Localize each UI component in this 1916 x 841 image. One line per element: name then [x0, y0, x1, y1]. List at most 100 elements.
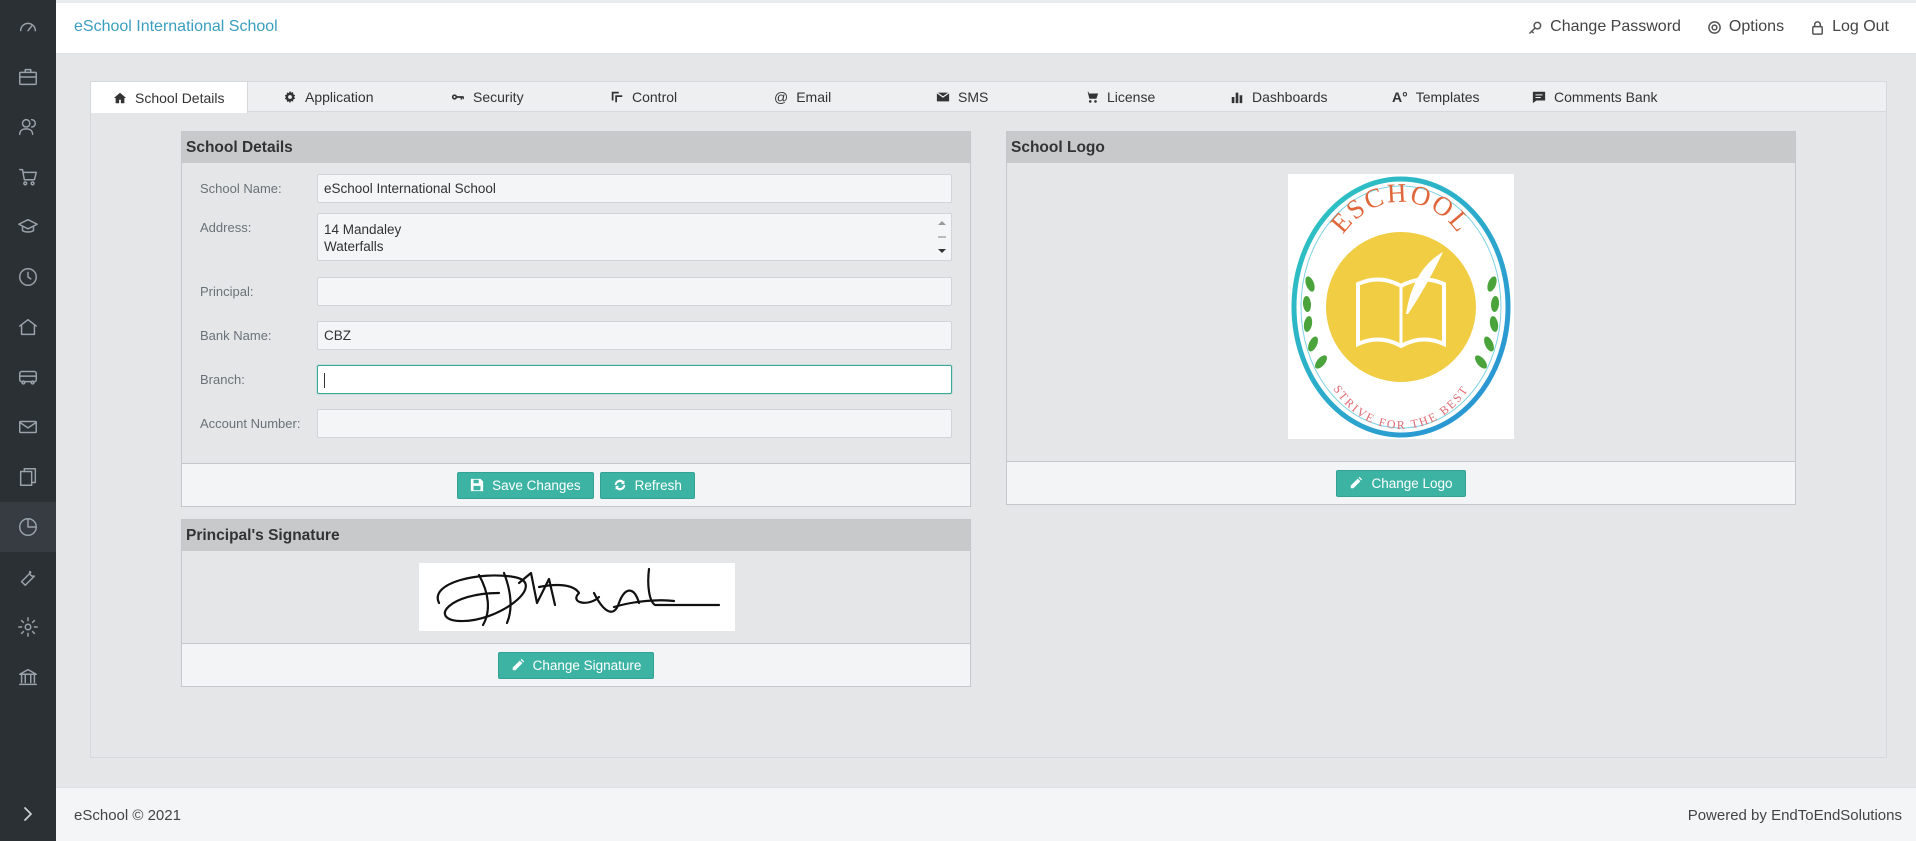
signature-footer: Change Signature: [182, 643, 970, 686]
tab-label: Comments Bank: [1554, 89, 1658, 105]
tab-label: Security: [473, 89, 524, 105]
users-icon: [19, 118, 37, 136]
tab-label: Application: [305, 89, 374, 105]
bank-name-label: Bank Name:: [200, 328, 272, 343]
clock-icon: [19, 268, 37, 286]
tab-label: License: [1107, 89, 1156, 105]
account-number-input[interactable]: [317, 409, 952, 438]
refresh-button[interactable]: Refresh: [599, 471, 695, 499]
change-signature-label: Change Signature: [532, 657, 642, 673]
font-icon: A°: [1392, 89, 1408, 105]
tab-label: School Details: [135, 89, 225, 106]
sidebar-item-users[interactable]: [0, 102, 56, 152]
refresh-label: Refresh: [634, 477, 682, 493]
key-icon: [451, 94, 464, 100]
tab-comments-bank[interactable]: Comments Bank: [1532, 82, 1657, 112]
school-brand-link[interactable]: eSchool International School: [74, 18, 278, 36]
tab-templates[interactable]: A° Templates: [1392, 82, 1480, 112]
tab-label: Control: [632, 89, 678, 105]
wrench-icon: [20, 570, 36, 586]
school-logo-title: School Logo: [1007, 132, 1795, 163]
sidebar-item-bus[interactable]: [0, 352, 56, 402]
signature-box: Principal's Signature Change Signature: [181, 519, 971, 687]
school-logo-box: School Logo ESCHOOL STRIVE FOR THE BEST …: [1006, 131, 1796, 505]
tab-license[interactable]: License: [1085, 82, 1155, 112]
tab-label: Dashboards: [1252, 89, 1328, 105]
address-textarea[interactable]: 14 Mandaley Waterfalls: [317, 213, 952, 261]
speedometer-icon: [19, 22, 37, 32]
bar-chart-icon: [1231, 92, 1243, 104]
branch-row: Branch:: [200, 365, 952, 394]
change-password-link[interactable]: Change Password: [1528, 18, 1681, 36]
address-line-1: 14 Mandaley: [324, 222, 402, 237]
sidebar-item-home[interactable]: [0, 302, 56, 352]
pie-chart-icon: [19, 518, 37, 536]
home-icon: [19, 318, 37, 336]
envelope-icon: [936, 92, 950, 102]
sidebar-item-settings[interactable]: [0, 602, 56, 652]
sidebar-item-mail[interactable]: [0, 402, 56, 452]
sidebar-item-reports[interactable]: [0, 502, 56, 552]
comment-icon: [1532, 91, 1546, 104]
bank-name-input[interactable]: CBZ: [317, 321, 952, 350]
sidebar-item-clock[interactable]: [0, 252, 56, 302]
logout-link[interactable]: Log Out: [1810, 18, 1889, 36]
pencil-icon: [512, 658, 524, 671]
school-logo-image: ESCHOOL STRIVE FOR THE BEST: [1288, 174, 1514, 439]
sidebar-item-briefcase[interactable]: [0, 52, 56, 102]
account-number-row: Account Number:: [200, 409, 952, 438]
cart-icon: [1085, 91, 1099, 103]
tab-school-details[interactable]: School Details: [91, 82, 248, 113]
home-icon: [113, 92, 127, 103]
tab-label: Templates: [1415, 89, 1480, 105]
logo-top-text: ESCHOOL: [1324, 178, 1475, 239]
change-signature-button[interactable]: Change Signature: [497, 651, 655, 679]
sidebar-item-tools[interactable]: [0, 552, 56, 602]
branch-input[interactable]: [317, 365, 952, 394]
save-changes-label: Save Changes: [492, 477, 581, 493]
principal-row: Principal:: [200, 277, 952, 306]
school-name-input[interactable]: eSchool International School: [317, 174, 952, 203]
sidebar-item-bank[interactable]: [0, 652, 56, 702]
school-name-row: School Name: eSchool International Schoo…: [200, 174, 952, 203]
tab-application[interactable]: Application: [283, 82, 374, 112]
settings-tabs: School Details Application Security Cont…: [91, 82, 1886, 113]
options-link[interactable]: Options: [1707, 18, 1784, 36]
briefcase-icon: [19, 68, 37, 86]
textarea-scrollbar[interactable]: [935, 216, 949, 258]
svg-text:STRIVE FOR THE BEST: STRIVE FOR THE BEST: [1331, 382, 1472, 432]
address-row: Address: 14 Mandaley Waterfalls: [200, 213, 952, 261]
sidebar-item-education[interactable]: [0, 202, 56, 252]
refresh-icon: [614, 479, 625, 491]
tab-email[interactable]: @ Email: [774, 82, 831, 112]
sidebar-item-dashboard[interactable]: [0, 2, 56, 52]
options-label: Options: [1728, 18, 1785, 35]
top-header: eSchool International School Change Pass…: [56, 0, 1916, 54]
mail-icon: [19, 420, 37, 434]
pencil-icon: [1351, 476, 1363, 489]
tab-dashboards[interactable]: Dashboards: [1230, 82, 1328, 112]
change-password-label: Change Password: [1550, 18, 1681, 35]
powered-by-text: Powered by EndToEndSolutions: [1687, 807, 1902, 824]
tab-security[interactable]: Security: [451, 82, 524, 112]
control-icon: [611, 91, 623, 103]
sidebar-item-documents[interactable]: [0, 452, 56, 502]
gear-icon: [1708, 20, 1721, 34]
key-icon: [1529, 21, 1542, 34]
chevron-right-icon: [24, 807, 32, 821]
sidebar-toggle-button[interactable]: [0, 787, 56, 841]
cart-icon: [19, 168, 37, 186]
school-details-footer: Save Changes Refresh: [182, 463, 970, 506]
documents-icon: [19, 468, 37, 486]
change-logo-button[interactable]: Change Logo: [1336, 469, 1466, 497]
tab-sms[interactable]: SMS: [936, 82, 988, 112]
school-logo-footer: Change Logo: [1007, 461, 1795, 504]
logo-bottom-text: STRIVE FOR THE BEST: [1331, 382, 1470, 432]
tab-control[interactable]: Control: [610, 82, 677, 112]
tab-label: Email: [796, 89, 832, 105]
logout-label: Log Out: [1832, 18, 1889, 35]
save-changes-button[interactable]: Save Changes: [457, 471, 594, 499]
principal-input[interactable]: [317, 277, 952, 306]
sidebar-item-cart[interactable]: [0, 152, 56, 202]
signature-title: Principal's Signature: [182, 520, 970, 551]
